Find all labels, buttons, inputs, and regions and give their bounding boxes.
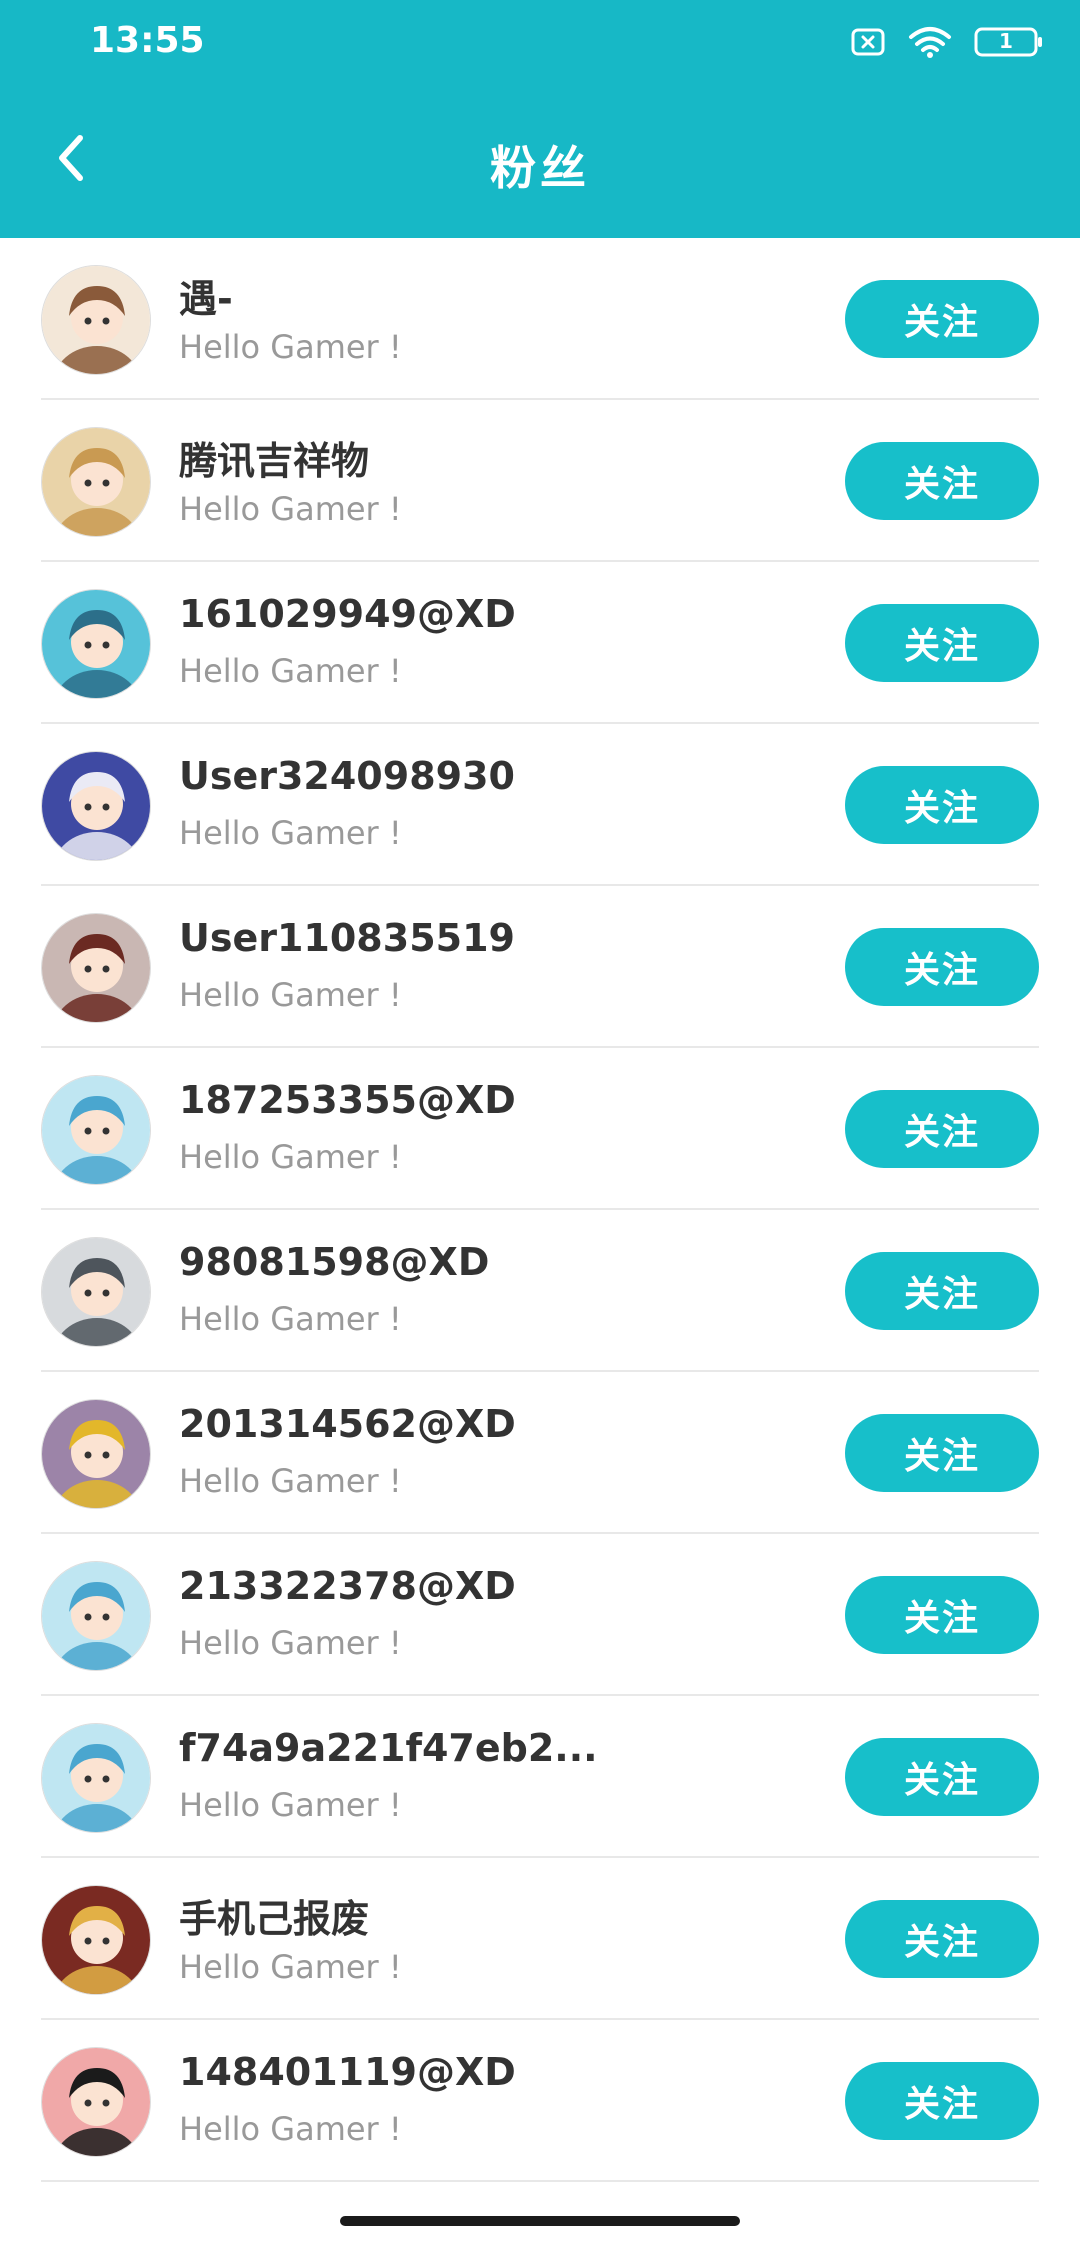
user-bio: Hello Gamer !: [179, 1624, 402, 1662]
follow-button[interactable]: 关注: [845, 442, 1039, 520]
follow-button[interactable]: 关注: [845, 604, 1039, 682]
sim-off-icon: [850, 28, 886, 56]
header: 13:55 1 粉丝: [0, 0, 1080, 238]
avatar[interactable]: [41, 265, 151, 375]
list-item[interactable]: 161029949@XD Hello Gamer ! 关注: [41, 562, 1039, 724]
user-bio: Hello Gamer !: [179, 490, 402, 528]
avatar[interactable]: [41, 1237, 151, 1347]
user-name[interactable]: 161029949@XD: [179, 592, 739, 636]
follow-button[interactable]: 关注: [845, 1576, 1039, 1654]
follow-button[interactable]: 关注: [845, 1252, 1039, 1330]
page-title: 粉丝: [490, 141, 590, 195]
user-name[interactable]: 98081598@XD: [179, 1240, 739, 1284]
user-bio: Hello Gamer !: [179, 1138, 402, 1176]
list-item[interactable]: f74a9a221f47eb2... Hello Gamer ! 关注: [41, 1696, 1039, 1858]
user-name[interactable]: 187253355@XD: [179, 1078, 739, 1122]
avatar[interactable]: [41, 913, 151, 1023]
battery-icon: 1: [974, 26, 1044, 58]
list-item[interactable]: 遇- Hello Gamer ! 关注: [41, 238, 1039, 400]
avatar[interactable]: [41, 1561, 151, 1671]
list-item[interactable]: User324098930 Hello Gamer ! 关注: [41, 724, 1039, 886]
nav-bar: 粉丝: [0, 100, 1080, 220]
avatar[interactable]: [41, 1075, 151, 1185]
follow-button[interactable]: 关注: [845, 1414, 1039, 1492]
follow-button[interactable]: 关注: [845, 766, 1039, 844]
avatar[interactable]: [41, 1723, 151, 1833]
user-bio: Hello Gamer !: [179, 814, 402, 852]
follow-button[interactable]: 关注: [845, 1090, 1039, 1168]
avatar[interactable]: [41, 2047, 151, 2157]
user-name[interactable]: User324098930: [179, 754, 739, 798]
user-name[interactable]: 148401119@XD: [179, 2050, 739, 2094]
follow-button[interactable]: 关注: [845, 1900, 1039, 1978]
home-indicator[interactable]: [340, 2216, 740, 2226]
list-item[interactable]: 187253355@XD Hello Gamer ! 关注: [41, 1048, 1039, 1210]
status-bar: 13:55 1: [0, 0, 1080, 86]
list-item[interactable]: 腾讯吉祥物 Hello Gamer ! 关注: [41, 400, 1039, 562]
follow-button[interactable]: 关注: [845, 2062, 1039, 2140]
user-name[interactable]: 腾讯吉祥物: [179, 430, 739, 485]
status-time: 13:55: [90, 20, 205, 61]
list-item[interactable]: 201314562@XD Hello Gamer ! 关注: [41, 1372, 1039, 1534]
avatar[interactable]: [41, 1399, 151, 1509]
avatar[interactable]: [41, 1885, 151, 1995]
status-icons: 1: [850, 24, 1044, 60]
fan-list: 遇- Hello Gamer ! 关注 腾讯吉祥物 Hello Gamer ! 关注 161…: [0, 238, 1080, 2182]
user-bio: Hello Gamer !: [179, 328, 402, 366]
user-bio: Hello Gamer !: [179, 1300, 402, 1338]
list-item[interactable]: 98081598@XD Hello Gamer ! 关注: [41, 1210, 1039, 1372]
list-item[interactable]: 213322378@XD Hello Gamer ! 关注: [41, 1534, 1039, 1696]
list-item[interactable]: User110835519 Hello Gamer ! 关注: [41, 886, 1039, 1048]
avatar[interactable]: [41, 427, 151, 537]
list-item[interactable]: 148401119@XD Hello Gamer ! 关注: [41, 2020, 1039, 2182]
user-name[interactable]: 213322378@XD: [179, 1564, 739, 1608]
list-item[interactable]: 手机己报废 Hello Gamer ! 关注: [41, 1858, 1039, 2020]
avatar[interactable]: [41, 751, 151, 861]
user-bio: Hello Gamer !: [179, 976, 402, 1014]
user-bio: Hello Gamer !: [179, 2110, 402, 2148]
user-bio: Hello Gamer !: [179, 1786, 402, 1824]
battery-level: 1: [999, 29, 1013, 53]
follow-button[interactable]: 关注: [845, 1738, 1039, 1816]
user-name[interactable]: 遇-: [179, 268, 739, 323]
user-name[interactable]: 手机己报废: [179, 1888, 739, 1943]
wifi-icon: [908, 25, 952, 59]
user-name[interactable]: User110835519: [179, 916, 739, 960]
user-bio: Hello Gamer !: [179, 652, 402, 690]
user-name[interactable]: f74a9a221f47eb2...: [179, 1726, 739, 1770]
user-name[interactable]: 201314562@XD: [179, 1402, 739, 1446]
user-bio: Hello Gamer !: [179, 1948, 402, 1986]
avatar[interactable]: [41, 589, 151, 699]
user-bio: Hello Gamer !: [179, 1462, 402, 1500]
follow-button[interactable]: 关注: [845, 928, 1039, 1006]
follow-button[interactable]: 关注: [845, 280, 1039, 358]
